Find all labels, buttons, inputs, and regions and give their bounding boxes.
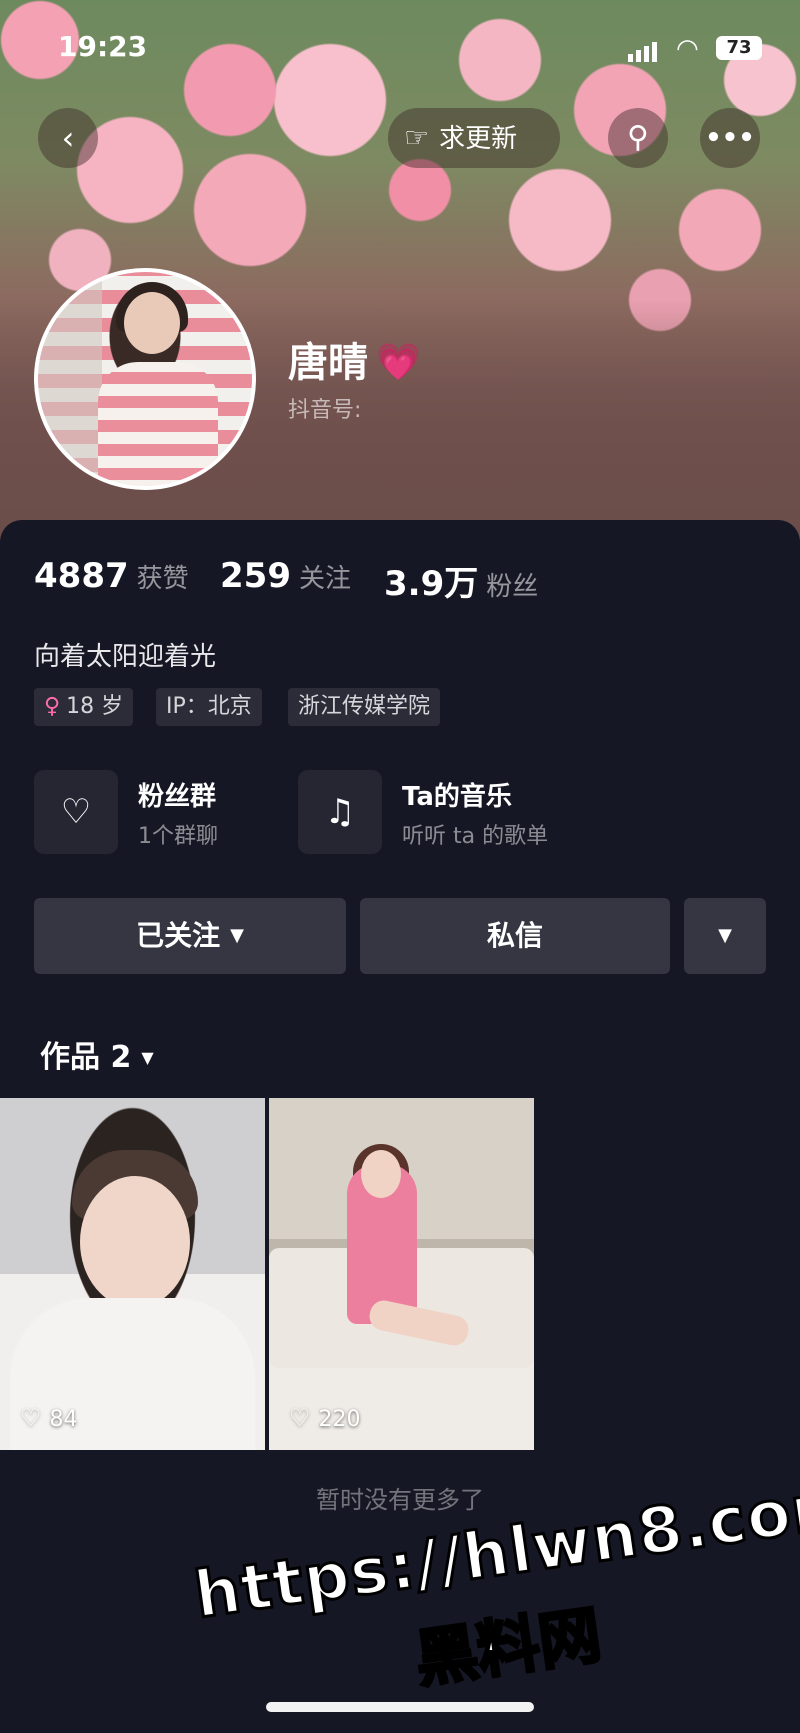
video-thumbnail[interactable]: ♡ 84 — [0, 1098, 265, 1450]
video-likes: ♡ 84 — [20, 1404, 78, 1432]
stat-following-value: 259 — [220, 556, 291, 596]
back-button[interactable]: ‹ — [38, 108, 98, 168]
music-title: Ta的音乐 — [402, 782, 512, 812]
works-tab-label: 作品 — [40, 1040, 100, 1075]
stat-following-label: 关注 — [298, 564, 351, 594]
chevron-left-icon: ‹ — [61, 119, 75, 157]
works-tab[interactable]: 作品 2 ▼ — [40, 1032, 154, 1076]
pink-heart-icon: 💗 — [376, 342, 421, 383]
caret-down-icon: ▼ — [230, 925, 244, 946]
request-update-button[interactable]: ☞ 求更新 — [388, 108, 560, 168]
music-note-icon: ♫ — [298, 770, 382, 854]
following-button[interactable]: 已关注 ▼ — [34, 898, 346, 974]
heart-outline-icon: ♡ — [289, 1404, 311, 1432]
avatar[interactable] — [34, 268, 256, 490]
video-likes-count: 84 — [49, 1407, 78, 1432]
heart-outline-icon: ♡ — [20, 1404, 42, 1432]
douyin-id-label: 抖音号: — [288, 398, 362, 423]
search-button[interactable]: ⚲ — [608, 108, 668, 168]
stat-followers[interactable]: 3.9万 粉丝 — [384, 556, 538, 605]
profile-bio: 向着太阳迎着光 — [34, 642, 217, 672]
works-count: 2 — [110, 1040, 132, 1075]
request-update-label: 求更新 — [439, 124, 518, 154]
school-tag[interactable]: 浙江传媒学院 — [288, 688, 441, 726]
more-actions-button[interactable]: ▼ — [684, 898, 766, 974]
female-icon: ♀ — [44, 694, 61, 719]
status-bar: 19:23 ◠ 73 — [0, 0, 800, 90]
age-tag-label: 18 岁 — [66, 694, 124, 719]
stat-likes-value: 4887 — [34, 556, 129, 596]
more-dots-icon: ••• — [705, 123, 755, 153]
message-label: 私信 — [486, 919, 543, 952]
stat-likes[interactable]: 4887 获赞 — [34, 556, 189, 596]
age-tag: ♀ 18 岁 — [34, 688, 134, 726]
video-likes-count: 220 — [318, 1407, 361, 1432]
stat-followers-label: 粉丝 — [486, 572, 539, 602]
caret-down-icon: ▼ — [141, 1048, 154, 1067]
fan-group-icon: ♡ — [34, 770, 118, 854]
more-button[interactable]: ••• — [700, 108, 760, 168]
stat-following[interactable]: 259 关注 — [220, 556, 351, 596]
profile-name-text: 唐晴 — [288, 340, 368, 386]
stat-followers-value: 3.9万 — [384, 564, 479, 604]
wifi-icon: ◠ — [676, 34, 699, 64]
signal-icon — [628, 42, 660, 62]
following-label: 已关注 — [136, 919, 221, 952]
caret-down-icon: ▼ — [718, 925, 732, 946]
fan-group-subtitle: 1个群聊 — [138, 824, 218, 849]
profile-name: 唐晴 💗 — [288, 330, 421, 388]
ip-location-tag: IP：北京 — [156, 688, 262, 726]
message-button[interactable]: 私信 — [360, 898, 670, 974]
video-likes: ♡ 220 — [289, 1404, 361, 1432]
fan-group-entry[interactable]: ♡ 粉丝群 1个群聊 — [34, 770, 274, 854]
pointing-hand-icon: ☞ — [404, 121, 430, 154]
music-entry[interactable]: ♫ Ta的音乐 听听 ta 的歌单 — [298, 770, 598, 854]
battery-indicator: 73 — [716, 36, 762, 60]
home-indicator[interactable] — [266, 1702, 534, 1712]
music-subtitle: 听听 ta 的歌单 — [402, 824, 549, 849]
status-time: 19:23 — [58, 30, 148, 63]
video-thumbnail[interactable]: ♡ 220 — [269, 1098, 534, 1450]
fan-group-title: 粉丝群 — [138, 782, 217, 812]
stat-likes-label: 获赞 — [136, 564, 189, 594]
search-icon: ⚲ — [627, 120, 649, 155]
